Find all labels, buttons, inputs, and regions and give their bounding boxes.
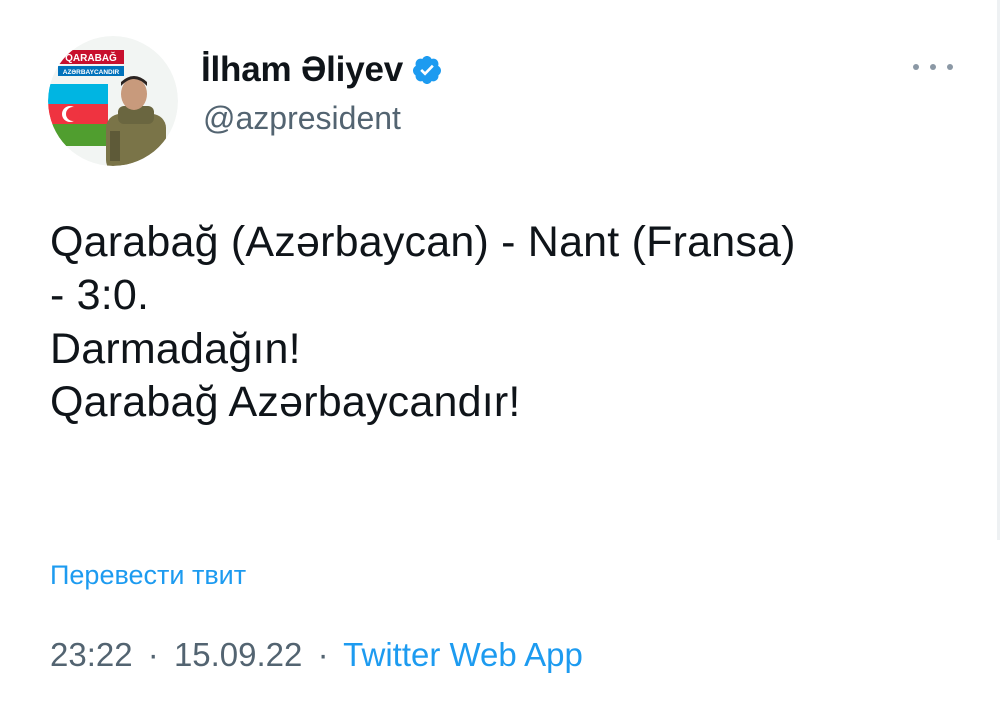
author-name[interactable]: İlham Əliyev xyxy=(201,50,443,90)
verified-badge-icon xyxy=(411,54,443,86)
tweet-text-line: Qarabağ Azərbaycandır! xyxy=(50,377,521,426)
author-display-name: İlham Əliyev xyxy=(201,50,403,89)
tweet-text: Qarabağ (Azərbaycan) - Nant (Fransa) - 3… xyxy=(50,216,970,429)
avatar[interactable]: QARABAĞ AZƏRBAYCANDIR xyxy=(48,36,178,166)
tweet-date[interactable]: 15.09.22 xyxy=(174,636,302,673)
tweet-meta: 23:22 · 15.09.22 · Twitter Web App xyxy=(50,636,583,674)
tweet-text-line: - 3:0. xyxy=(50,271,150,320)
more-horizontal-icon[interactable] xyxy=(913,52,953,82)
tweet-text-line: Qarabağ (Azərbaycan) - Nant (Fransa) xyxy=(50,218,796,266)
translate-tweet-link[interactable]: Перевести твит xyxy=(50,560,246,591)
tweet-source-link[interactable]: Twitter Web App xyxy=(343,636,583,673)
dot xyxy=(930,64,936,70)
avatar-caption-top: QARABAĞ xyxy=(65,51,117,64)
meta-separator: · xyxy=(147,636,159,673)
avatar-image: QARABAĞ AZƏRBAYCANDIR xyxy=(48,36,178,166)
tweet-card: QARABAĞ AZƏRBAYCANDIR İlham Əliyev @azpr… xyxy=(0,0,1000,710)
meta-separator: · xyxy=(317,636,329,673)
tweet-text-line: Darmadağın! xyxy=(50,324,301,373)
dot xyxy=(947,64,953,70)
tweet-time[interactable]: 23:22 xyxy=(50,636,133,673)
author-handle[interactable]: @azpresident xyxy=(203,100,401,137)
dot xyxy=(913,64,919,70)
avatar-caption-bottom: AZƏRBAYCANDIR xyxy=(63,69,120,76)
